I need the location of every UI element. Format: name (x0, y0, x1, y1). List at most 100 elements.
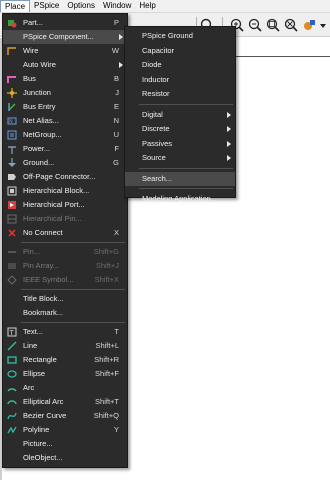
menu-item-label: Pin... (23, 247, 41, 256)
ieee-icon (7, 275, 17, 285)
menu-item-label: Polyline (23, 425, 50, 434)
pspice-submenu-item-pspice-ground[interactable]: PSpice Ground (125, 29, 235, 43)
menu-item-label: Bus (23, 74, 36, 83)
place-menu-item-hierarchical-block[interactable]: Hierarchical Block... (3, 184, 127, 198)
menu-item-shortcut: W (111, 46, 119, 55)
menu-item-label: Pin Array... (23, 261, 60, 270)
dropdown-icon[interactable] (319, 18, 327, 32)
menu-item-label: No Connect (23, 228, 63, 237)
place-menu-item-hierarchical-pin: Hierarchical Pin... (3, 212, 127, 226)
menu-item-shortcut: G (113, 158, 119, 167)
place-menu-item-ieee-symbol: IEEE Symbol... Shift+X (3, 273, 127, 287)
menu-item-label: Diode (142, 60, 162, 69)
place-menu-item-part[interactable]: Part... P (3, 16, 127, 30)
menu-separator (139, 103, 233, 105)
place-menu-item-ellipse[interactable]: Ellipse Shift+F (3, 367, 127, 381)
place-menu-item-arc[interactable]: Arc (3, 381, 127, 395)
menu-help[interactable]: Help (135, 0, 159, 12)
pspice-component-submenu: PSpice Ground Capacitor Diode Inductor Resis… (124, 26, 236, 203)
pspice-submenu-item-passives[interactable]: Passives (125, 137, 235, 151)
pspice-submenu-item-resistor[interactable]: Resistor (125, 87, 235, 101)
hier-port-icon (7, 200, 17, 210)
zoom-all-icon[interactable] (284, 18, 298, 32)
place-menu-item-net-alias[interactable]: N Net Alias... N (3, 114, 127, 128)
menu-item-label: NetGroup... (23, 130, 62, 139)
pspice-submenu-item-capacitor[interactable]: Capacitor (125, 44, 235, 58)
place-menu-item-bezier-curve[interactable]: Bezier Curve Shift+Q (3, 409, 127, 423)
menu-item-label: Wire (23, 46, 39, 55)
menu-item-shortcut: Shift+Q (93, 411, 119, 420)
pspice-submenu-item-digital[interactable]: Digital (125, 108, 235, 122)
place-menu-item-ground[interactable]: Ground... G (3, 156, 127, 170)
menu-item-shortcut: Shift+T (95, 397, 119, 406)
page-border-line (232, 56, 330, 57)
place-menu-item-pspice-component[interactable]: PSpice Component... (3, 30, 127, 44)
submenu-arrow-icon (227, 140, 231, 147)
menu-item-label: Ground... (23, 158, 55, 167)
netgroup-icon (7, 130, 17, 140)
menu-item-shortcut: Y (113, 425, 119, 434)
menu-options[interactable]: Options (63, 0, 99, 12)
place-menu-item-polyline[interactable]: Polyline Y (3, 423, 127, 437)
menu-item-label: Rectangle (23, 355, 57, 364)
zoom-area-icon[interactable] (266, 18, 280, 32)
menu-item-shortcut: X (113, 228, 119, 237)
place-menu-item-wire[interactable]: Wire W (3, 44, 127, 58)
place-menu: Part... P PSpice Component... Wire W Auto Wir… (2, 13, 128, 468)
place-menu-item-bus-entry[interactable]: Bus Entry E (3, 100, 127, 114)
place-menu-item-bus[interactable]: Bus B (3, 72, 127, 86)
place-menu-item-text[interactable]: T Text... T (3, 325, 127, 339)
menu-window[interactable]: Window (99, 0, 135, 12)
menu-item-label: Capacitor (142, 45, 175, 55)
menu-item-label: Title Block... (23, 294, 64, 303)
menu-item-shortcut: P (113, 18, 119, 27)
place-menu-item-netgroup[interactable]: NetGroup... U (3, 128, 127, 142)
place-menu-item-title-block[interactable]: Title Block... (3, 292, 127, 306)
menu-item-label: Junction (23, 88, 51, 97)
menu-pspice[interactable]: PSpice (30, 0, 63, 12)
pspice-submenu-item-modeling-application[interactable]: Modeling Application... (125, 192, 235, 206)
line-icon (7, 341, 17, 351)
svg-text:T: T (10, 330, 15, 337)
pin-icon (7, 247, 17, 257)
pspice-submenu-item-search[interactable]: Search... (125, 171, 235, 186)
place-menu-item-bookmark[interactable]: Bookmark... (3, 306, 127, 320)
menu-item-label: Ellipse (23, 369, 46, 378)
text-icon: T (7, 327, 17, 337)
pspice-submenu-item-source[interactable]: Source (125, 151, 235, 165)
part-icon (7, 18, 17, 28)
ellipse-icon (7, 369, 17, 379)
place-menu-item-line[interactable]: Line Shift+L (3, 339, 127, 353)
bezier-icon (7, 411, 17, 421)
place-menu-item-elliptical-arc[interactable]: Elliptical Arc Shift+T (3, 395, 127, 409)
place-menu-item-off-page-connector[interactable]: Off-Page Connector... (3, 170, 127, 184)
hier-block-icon (7, 186, 17, 196)
zoom-out-icon[interactable] (248, 18, 262, 32)
menu-item-label: Modeling Application... (142, 194, 218, 203)
pspice-submenu-item-diode[interactable]: Diode (125, 58, 235, 72)
pspice-submenu-item-inductor[interactable]: Inductor (125, 73, 235, 87)
pin-array-icon (7, 261, 17, 271)
menu-item-shortcut: Shift+X (94, 275, 119, 284)
place-menu-item-junction[interactable]: Junction J (3, 86, 127, 100)
place-menu-item-picture[interactable]: Picture... (3, 437, 127, 451)
rectangle-icon (7, 355, 17, 365)
place-menu-item-auto-wire[interactable]: Auto Wire (3, 58, 127, 72)
menu-item-label: Hierarchical Block... (23, 186, 90, 195)
menu-place[interactable]: Place (0, 0, 31, 12)
menu-item-label: PSpice Component... (23, 32, 94, 41)
place-menu-item-pin-array: Pin Array... Shift+J (3, 259, 127, 273)
menu-item-label: Part... (23, 18, 44, 27)
place-menu-item-power[interactable]: Power... F (3, 142, 127, 156)
menu-item-shortcut: N (113, 116, 119, 125)
pspice-submenu-item-discrete[interactable]: Discrete (125, 122, 235, 136)
menu-item-label: IEEE Symbol... (23, 275, 74, 284)
place-menu-item-oleobject[interactable]: OleObject... (3, 451, 127, 465)
place-menu-item-hierarchical-port[interactable]: Hierarchical Port... (3, 198, 127, 212)
menu-item-label: Inductor (142, 74, 170, 84)
place-menu-item-no-connect[interactable]: No Connect X (3, 226, 127, 240)
menu-item-label: Text... (23, 327, 44, 336)
menu-item-shortcut: Shift+R (94, 355, 119, 364)
probe-icon[interactable] (303, 18, 317, 32)
place-menu-item-rectangle[interactable]: Rectangle Shift+R (3, 353, 127, 367)
